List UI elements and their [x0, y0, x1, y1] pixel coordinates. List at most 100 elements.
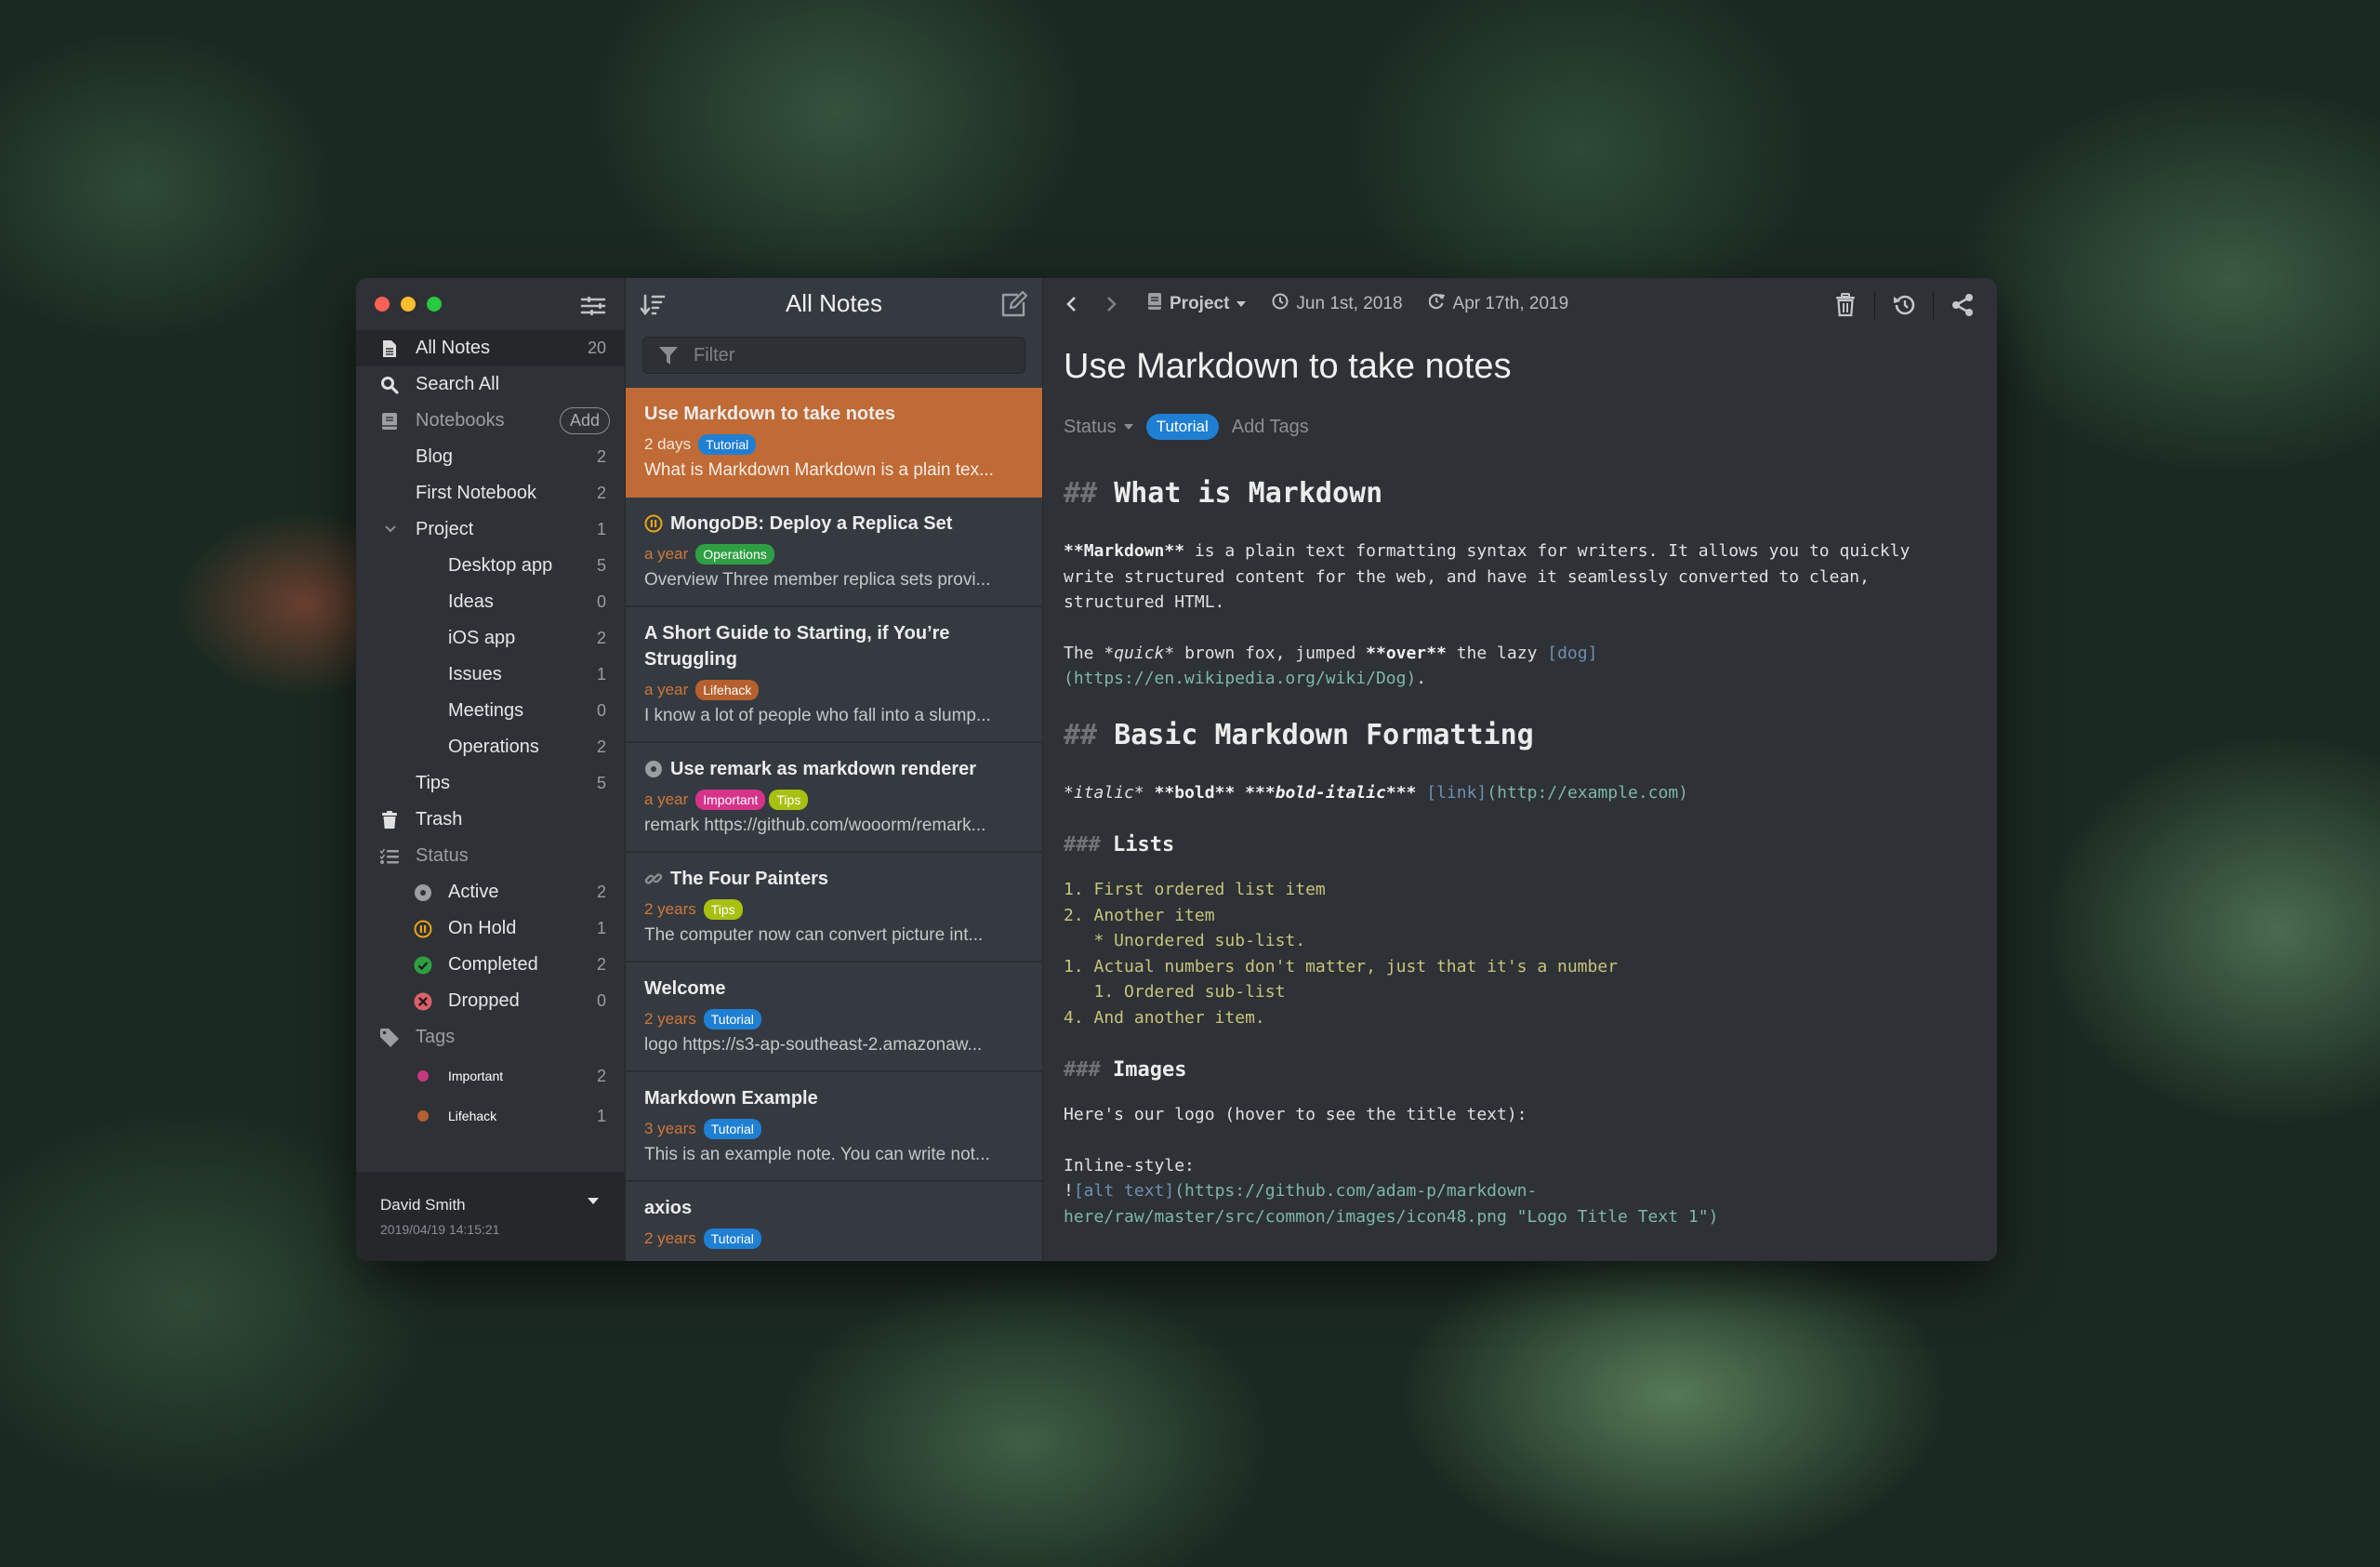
sidebar-item-notebook-project[interactable]: Project 1 — [356, 511, 625, 548]
tag-color-dot-icon — [414, 1067, 432, 1085]
preferences-sliders-icon[interactable] — [580, 295, 606, 317]
editor-actions — [1830, 289, 1978, 321]
md-text: . — [1416, 669, 1427, 688]
sidebar-item-label: Trash — [416, 809, 463, 830]
sidebar-item-notebook[interactable]: First Notebook 2 — [356, 475, 625, 511]
note-item-selected[interactable]: Use Markdown to take notes 2 days Tutori… — [626, 388, 1042, 498]
sidebar-item-notebook[interactable]: Ideas 0 — [356, 584, 625, 620]
note-meta: a year Important Tips — [644, 790, 1024, 810]
note-item[interactable]: A Short Guide to Starting, if You’re Str… — [626, 607, 1042, 743]
add-tags-input[interactable]: Add Tags — [1232, 417, 1309, 438]
md-image-marker: ! — [1064, 1181, 1074, 1201]
notebook-selector[interactable]: Project — [1147, 292, 1247, 316]
md-heading-marker: ### — [1064, 1058, 1101, 1082]
trash-icon — [378, 809, 401, 831]
sidebar-item-notebook[interactable]: Blog 2 — [356, 439, 625, 475]
close-window-button[interactable] — [375, 297, 390, 312]
sidebar-item-all-notes[interactable]: All Notes 20 — [356, 330, 625, 366]
md-list-item: 4. And another item. — [1064, 1007, 1265, 1028]
note-item[interactable]: axios 2 years Tutorial — [626, 1182, 1042, 1261]
markdown-editor[interactable]: ## What is Markdown **Markdown** is a pl… — [1064, 471, 1969, 1255]
note-title: The Four Painters — [644, 866, 1024, 892]
toolbar-divider — [1874, 291, 1875, 319]
document-icon — [378, 338, 401, 360]
md-paragraph: *italic* **bold** ***bold-italic*** [lin… — [1064, 782, 1689, 803]
sidebar-item-notebook[interactable]: Meetings 0 — [356, 693, 625, 729]
notebook-label: Meetings — [448, 700, 524, 721]
note-meta: 2 years Tutorial — [644, 1009, 1024, 1029]
sidebar-item-tag-important[interactable]: Important 2 — [356, 1056, 625, 1096]
sidebar-item-notebook[interactable]: Desktop app 5 — [356, 548, 625, 584]
md-link-text[interactable]: [link] — [1426, 783, 1487, 803]
sidebar-item-search-all[interactable]: Search All — [356, 366, 625, 403]
note-title-text: Use Markdown to take notes — [644, 404, 896, 424]
sidebar-item-notebook[interactable]: Issues 1 — [356, 657, 625, 693]
sidebar-item-tag-lifehack[interactable]: Lifehack 1 — [356, 1096, 625, 1135]
toolbar-divider — [1933, 291, 1934, 319]
md-bold-marker: ** — [1426, 643, 1447, 663]
note-tag-badge[interactable]: Tutorial — [1145, 414, 1219, 440]
sidebar-item-status-completed[interactable]: Completed 2 — [356, 947, 625, 983]
note-item[interactable]: Markdown Example 3 years Tutorial This i… — [626, 1072, 1042, 1182]
minimize-window-button[interactable] — [401, 297, 416, 312]
sidebar-item-notebook[interactable]: iOS app 2 — [356, 620, 625, 657]
notebook-count: 5 — [596, 774, 606, 792]
note-title-text: A Short Guide to Starting, if You’re Str… — [644, 623, 950, 670]
share-icon[interactable] — [1947, 289, 1978, 321]
user-account-panel[interactable]: David Smith 2019/04/19 14:15:21 — [356, 1172, 625, 1261]
back-chevron-icon[interactable] — [1058, 291, 1084, 317]
filter-input[interactable] — [692, 343, 1025, 367]
notebook-label: Operations — [448, 737, 539, 757]
note-title: A Short Guide to Starting, if You’re Str… — [644, 620, 1024, 672]
add-notebook-button[interactable]: Add — [559, 407, 610, 434]
md-text: the lazy — [1446, 643, 1548, 663]
note-title-heading[interactable]: Use Markdown to take notes — [1064, 347, 1512, 387]
pause-icon — [414, 920, 432, 938]
sidebar-item-notebook[interactable]: Tips 5 — [356, 765, 625, 802]
status-dropdown[interactable]: Status — [1064, 417, 1133, 438]
md-paragraph: The *quick* brown fox, jumped **over** t… — [1064, 641, 1969, 692]
maximize-window-button[interactable] — [427, 297, 442, 312]
chevron-down-icon[interactable] — [384, 522, 397, 538]
sidebar-item-status-dropped[interactable]: Dropped 0 — [356, 983, 625, 1019]
trash-icon[interactable] — [1830, 289, 1861, 321]
note-date: 2 days — [644, 435, 692, 453]
note-title: MongoDB: Deploy a Replica Set — [644, 511, 1024, 537]
md-link-url[interactable]: (http://example.com) — [1487, 783, 1688, 803]
caret-down-icon[interactable] — [588, 1198, 599, 1204]
checklist-icon — [378, 845, 401, 868]
note-item[interactable]: MongoDB: Deploy a Replica Set a year Ope… — [626, 498, 1042, 607]
md-text: The — [1064, 643, 1104, 663]
tag-count: 1 — [596, 1106, 606, 1125]
notebook-count: 1 — [596, 665, 606, 684]
note-date: 2 years — [644, 1010, 696, 1028]
md-heading-text: Lists — [1113, 833, 1175, 857]
note-meta: 3 years Tutorial — [644, 1119, 1024, 1139]
md-italic-text: italic — [1073, 782, 1134, 803]
md-link-url[interactable]: (https://en.wikipedia.org/wiki/Dog) — [1064, 669, 1416, 688]
notebook-label: Ideas — [448, 591, 494, 612]
clock-icon — [1272, 293, 1289, 315]
md-heading-marker: ## — [1064, 718, 1098, 751]
status-count: 1 — [596, 919, 606, 937]
md-list-item: 1. Actual numbers don't matter, just tha… — [1064, 956, 1619, 976]
notebook-count: 2 — [596, 484, 606, 502]
note-item[interactable]: The Four Painters 2 years Tips The compu… — [626, 853, 1042, 963]
sidebar-item-trash[interactable]: Trash — [356, 802, 625, 838]
md-list-item: * Unordered sub-list. — [1064, 931, 1306, 950]
history-icon[interactable] — [1888, 289, 1920, 321]
sidebar-item-status-active[interactable]: Active 2 — [356, 874, 625, 910]
md-link-text[interactable]: [dog] — [1547, 644, 1597, 663]
tag-icon — [378, 1027, 401, 1049]
sidebar-item-status-on-hold[interactable]: On Hold 1 — [356, 910, 625, 947]
note-item[interactable]: Use remark as markdown renderer a year I… — [626, 743, 1042, 853]
md-bold-marker: ** — [1164, 541, 1185, 561]
sidebar-item-notebook[interactable]: Operations 2 — [356, 729, 625, 765]
search-icon — [378, 374, 401, 396]
note-item[interactable]: Welcome 2 years Tutorial logo https://s3… — [626, 963, 1042, 1072]
md-paragraph: Here's our logo (hover to see the title … — [1064, 1105, 1527, 1124]
section-label: Tags — [416, 1027, 456, 1047]
filter-box — [642, 337, 1025, 374]
compose-new-note-icon[interactable] — [999, 290, 1028, 319]
forward-chevron-icon[interactable] — [1099, 291, 1125, 317]
